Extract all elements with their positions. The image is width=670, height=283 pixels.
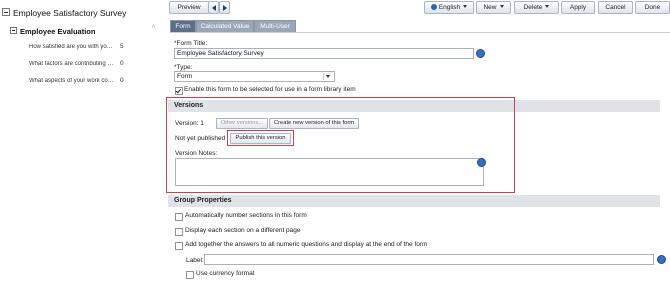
sum-answers-label: Add together the answers to all numeric … — [185, 241, 428, 248]
language-label: English — [438, 4, 461, 11]
tree-question[interactable]: What aspects of your work contr... — [29, 78, 115, 84]
separate-pages-checkbox[interactable] — [175, 228, 183, 236]
form-title-input[interactable]: Employee Satisfactory Survey — [174, 48, 474, 59]
tree-root-label: Employee Satisfactory Survey — [13, 8, 127, 18]
enable-checkbox[interactable] — [175, 87, 183, 95]
translate-icon[interactable] — [657, 255, 666, 264]
next-arrow-button[interactable] — [219, 1, 230, 14]
type-label: *Type: — [174, 64, 193, 71]
cancel-button[interactable]: Cancel — [598, 1, 633, 14]
versions-highlight — [166, 97, 515, 193]
currency-format-checkbox[interactable] — [186, 271, 194, 279]
prev-arrow-button[interactable] — [208, 1, 219, 14]
question-count: 0 — [120, 60, 124, 67]
dropdown-button[interactable] — [323, 73, 332, 80]
collapse-icon[interactable] — [10, 27, 17, 34]
done-button[interactable]: Done — [635, 1, 670, 14]
group-properties-header: Group Properties — [168, 195, 660, 207]
form-title-label: *Form Title: — [174, 40, 208, 47]
language-select[interactable]: English — [424, 1, 474, 14]
preview-button[interactable]: Preview — [169, 1, 209, 14]
question-count: 0 — [120, 77, 124, 84]
type-value: Form — [177, 73, 193, 80]
auto-number-checkbox[interactable] — [175, 213, 183, 221]
chevron-down-icon — [463, 5, 468, 8]
form-tree-panel: Employee Satisfactory Survey Employee Ev… — [0, 0, 160, 283]
chevron-down-icon — [326, 75, 330, 78]
auto-number-label: Automatically number sections in this fo… — [185, 212, 307, 219]
translate-icon[interactable] — [476, 49, 485, 58]
tree-question[interactable]: How satisfied are you with your... — [29, 44, 115, 50]
question-count: 5 — [120, 43, 124, 50]
currency-format-label: Use currency format — [196, 270, 255, 277]
chevron-up-icon[interactable]: ^ — [152, 25, 155, 32]
delete-button[interactable]: Delete — [514, 1, 559, 14]
chevron-down-icon — [499, 5, 504, 8]
tree-question[interactable]: What factors are contributing to... — [29, 61, 115, 67]
separate-pages-label: Display each section on a different page — [185, 227, 301, 234]
tree-section[interactable]: Employee Evaluation — [10, 27, 95, 36]
globe-icon — [430, 4, 437, 10]
sum-label-field-label: Label: — [186, 257, 204, 264]
collapse-icon[interactable] — [2, 8, 10, 16]
enable-label: Enable this form to be selected for use … — [184, 86, 356, 93]
apply-button[interactable]: Apply — [561, 1, 595, 14]
type-select[interactable]: Form — [174, 71, 335, 82]
tree-section-label: Employee Evaluation — [20, 27, 96, 36]
new-label: New — [483, 4, 497, 11]
sum-answers-checkbox[interactable] — [175, 242, 183, 250]
chevron-down-icon — [545, 5, 550, 8]
arrow-right-icon — [222, 4, 227, 11]
delete-label: Delete — [523, 4, 543, 11]
new-button[interactable]: New — [476, 1, 511, 14]
arrow-left-icon — [211, 4, 216, 11]
tree-root[interactable]: Employee Satisfactory Survey — [2, 8, 126, 18]
sum-label-input[interactable] — [204, 254, 654, 265]
tab-divider — [170, 32, 670, 33]
